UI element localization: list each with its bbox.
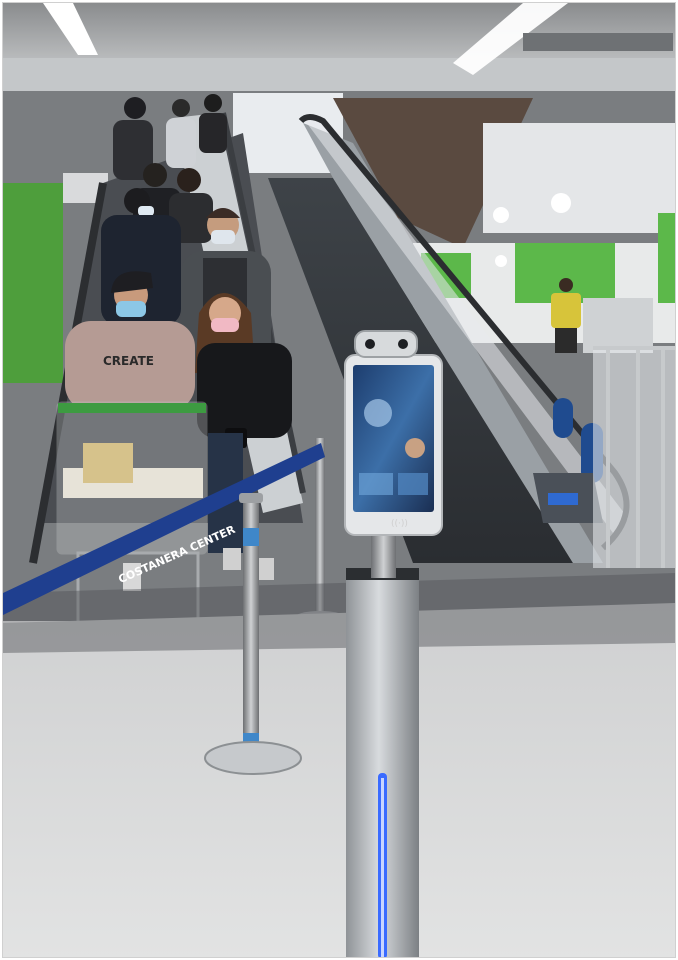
photo-frame: CREATE COSTANERA CENTER ((·)) — [2, 2, 676, 958]
nfc-icon: ((·)) — [391, 519, 408, 529]
glass-railing — [593, 346, 675, 568]
ceiling — [3, 3, 675, 93]
scene-illustration: CREATE COSTANERA CENTER ((·)) — [3, 3, 675, 957]
hoodie-print: CREATE — [103, 354, 154, 368]
floor — [3, 573, 675, 957]
